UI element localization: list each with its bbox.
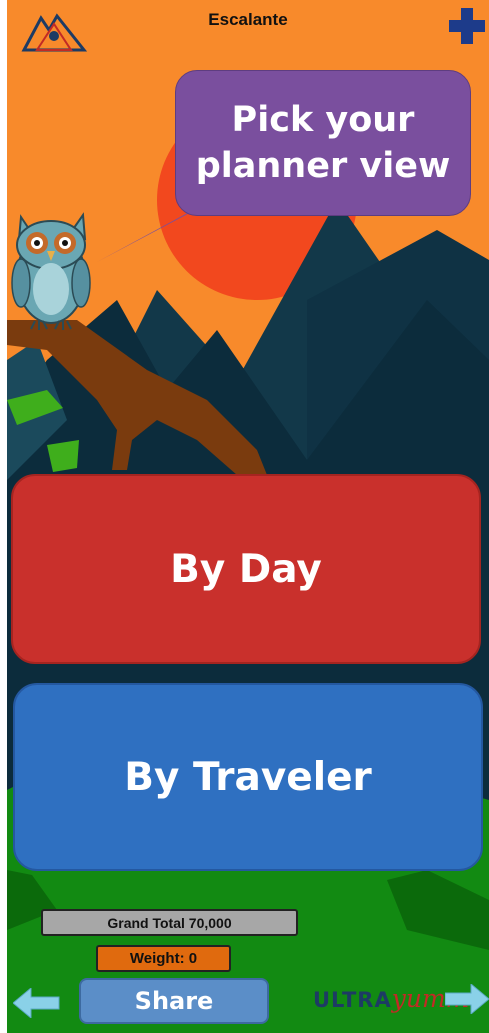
by-day-button[interactable]: By Day — [11, 474, 481, 664]
plus-icon[interactable] — [447, 6, 487, 46]
arrow-left-icon[interactable] — [13, 988, 61, 1018]
weight-display: Weight: 0 — [96, 945, 231, 972]
app-window: Escalante Pick your planner view By Day … — [7, 0, 489, 1033]
arrow-right-icon[interactable] — [445, 984, 489, 1014]
speech-bubble: Pick your planner view — [175, 70, 471, 216]
owl-icon — [11, 212, 91, 330]
share-button[interactable]: Share — [79, 978, 269, 1024]
by-traveler-button[interactable]: By Traveler — [13, 683, 483, 871]
mountain-logo-icon[interactable] — [19, 10, 89, 54]
brand-ultra-text: ULTRA — [313, 988, 392, 1012]
grand-total-display: Grand Total 70,000 — [41, 909, 298, 936]
